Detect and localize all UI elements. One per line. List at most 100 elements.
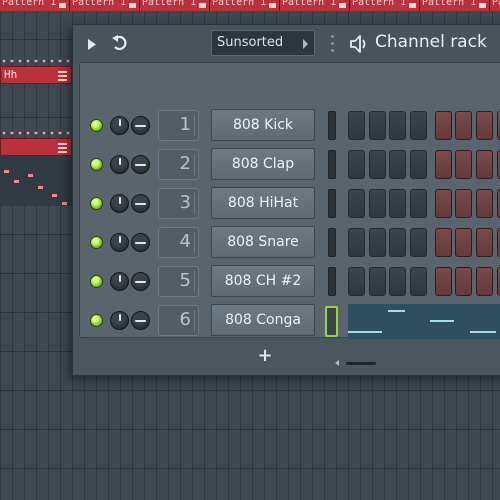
step-button[interactable] xyxy=(455,189,473,218)
step-button[interactable] xyxy=(348,150,365,179)
channel-mute-toggle[interactable] xyxy=(90,119,103,132)
speaker-icon[interactable] xyxy=(349,33,371,55)
step-button[interactable] xyxy=(475,267,493,296)
channel-mute-toggle[interactable] xyxy=(90,158,103,171)
step-button[interactable] xyxy=(368,189,386,218)
step-button[interactable] xyxy=(389,150,407,179)
pattern-clip[interactable]: Pattern 1 xyxy=(0,0,70,11)
channel-name-button[interactable]: 808 Snare xyxy=(211,226,315,258)
pan-knob[interactable] xyxy=(131,155,150,174)
step-button[interactable] xyxy=(496,228,500,257)
step-button[interactable] xyxy=(368,111,386,140)
pan-knob[interactable] xyxy=(131,311,150,330)
mixer-track-selector[interactable]: 4 xyxy=(158,227,199,258)
channel-select-indicator[interactable] xyxy=(328,189,336,218)
playlist-note-preview xyxy=(0,156,72,206)
pattern-clip[interactable]: Pattern 1 xyxy=(140,0,210,11)
pattern-clip[interactable]: Pattern 1 xyxy=(280,0,350,11)
step-button[interactable] xyxy=(409,189,427,218)
playlist-track-clip[interactable]: Hh xyxy=(0,66,72,84)
step-button[interactable] xyxy=(496,267,500,296)
step-button[interactable] xyxy=(434,111,452,140)
step-button[interactable] xyxy=(455,150,473,179)
channel-name-button[interactable]: 808 Conga xyxy=(211,304,315,336)
channel-select-indicator[interactable] xyxy=(328,111,336,140)
step-button[interactable] xyxy=(348,111,365,140)
channel-name-button[interactable]: 808 HiHat xyxy=(211,187,315,219)
step-button[interactable] xyxy=(409,228,427,257)
step-button[interactable] xyxy=(434,150,452,179)
step-button[interactable] xyxy=(389,228,407,257)
step-button[interactable] xyxy=(368,228,386,257)
step-button[interactable] xyxy=(368,150,386,179)
mixer-track-selector[interactable]: 5 xyxy=(158,266,199,297)
group-selector-dropdown[interactable]: Sunsorted xyxy=(211,30,315,56)
pattern-clip[interactable]: Pattern 1 xyxy=(70,0,140,11)
pan-knob[interactable] xyxy=(131,233,150,252)
channel-select-indicator[interactable] xyxy=(328,228,336,257)
chevron-left-icon[interactable] xyxy=(335,360,339,366)
channel-mute-toggle[interactable] xyxy=(90,197,103,210)
undo-icon[interactable] xyxy=(111,34,129,52)
step-button[interactable] xyxy=(389,267,407,296)
channel-select-indicator[interactable] xyxy=(328,150,336,179)
pattern-clip[interactable]: Pattern 1 xyxy=(420,0,490,11)
volume-knob[interactable] xyxy=(110,272,129,291)
mixer-track-selector[interactable]: 6 xyxy=(158,305,199,336)
step-button[interactable] xyxy=(409,111,427,140)
step-button[interactable] xyxy=(455,228,473,257)
channel-mute-toggle[interactable] xyxy=(90,314,103,327)
channel-select-indicator[interactable] xyxy=(328,267,336,296)
volume-knob[interactable] xyxy=(110,116,129,135)
step-button[interactable] xyxy=(348,267,365,296)
step-button[interactable] xyxy=(348,228,365,257)
channel-mute-toggle[interactable] xyxy=(90,275,103,288)
step-button[interactable] xyxy=(434,228,452,257)
step-button[interactable] xyxy=(434,189,452,218)
pattern-clip[interactable]: Pattern 1 xyxy=(490,0,500,11)
step-button[interactable] xyxy=(496,111,500,140)
channel-select-indicator[interactable] xyxy=(325,306,338,337)
mixer-track-selector[interactable]: 1 xyxy=(158,110,199,141)
step-button[interactable] xyxy=(475,150,493,179)
volume-knob[interactable] xyxy=(110,194,129,213)
step-button[interactable] xyxy=(389,189,407,218)
volume-knob[interactable] xyxy=(110,311,129,330)
channel-name-button[interactable]: 808 CH #2 xyxy=(211,265,315,297)
step-button[interactable] xyxy=(496,189,500,218)
scrollbar-thumb[interactable] xyxy=(346,362,376,365)
pattern-clip[interactable]: Pattern 1 xyxy=(210,0,280,11)
step-button[interactable] xyxy=(475,228,493,257)
step-button[interactable] xyxy=(455,267,473,296)
menu-icon[interactable] xyxy=(58,142,67,153)
drag-handle-icon[interactable] xyxy=(331,33,334,55)
step-button[interactable] xyxy=(348,189,365,218)
channel-name-button[interactable]: 808 Clap xyxy=(211,148,315,180)
playlist-track-clip[interactable] xyxy=(0,138,72,156)
step-button[interactable] xyxy=(455,111,473,140)
step-button[interactable] xyxy=(475,189,493,218)
channel-rack-titlebar[interactable]: Sunsorted Channel rack xyxy=(73,25,500,63)
channel-name-button[interactable]: 808 Kick xyxy=(211,109,315,141)
pan-knob[interactable] xyxy=(131,116,150,135)
piano-roll-preview[interactable] xyxy=(348,304,500,339)
play-icon[interactable] xyxy=(87,37,97,51)
horizontal-scrollbar[interactable] xyxy=(335,357,379,369)
step-button[interactable] xyxy=(475,111,493,140)
menu-icon[interactable] xyxy=(58,70,67,81)
pattern-clip[interactable]: Pattern 1 xyxy=(350,0,420,11)
step-button[interactable] xyxy=(434,267,452,296)
add-channel-button[interactable]: + xyxy=(253,345,277,369)
step-button[interactable] xyxy=(496,150,500,179)
step-button[interactable] xyxy=(389,111,407,140)
mixer-track-selector[interactable]: 2 xyxy=(158,149,199,180)
step-button[interactable] xyxy=(368,267,386,296)
step-button[interactable] xyxy=(409,150,427,179)
pan-knob[interactable] xyxy=(131,194,150,213)
volume-knob[interactable] xyxy=(110,233,129,252)
step-button[interactable] xyxy=(409,267,427,296)
mixer-track-selector[interactable]: 3 xyxy=(158,188,199,219)
pan-knob[interactable] xyxy=(131,272,150,291)
volume-knob[interactable] xyxy=(110,155,129,174)
channel-mute-toggle[interactable] xyxy=(90,236,103,249)
